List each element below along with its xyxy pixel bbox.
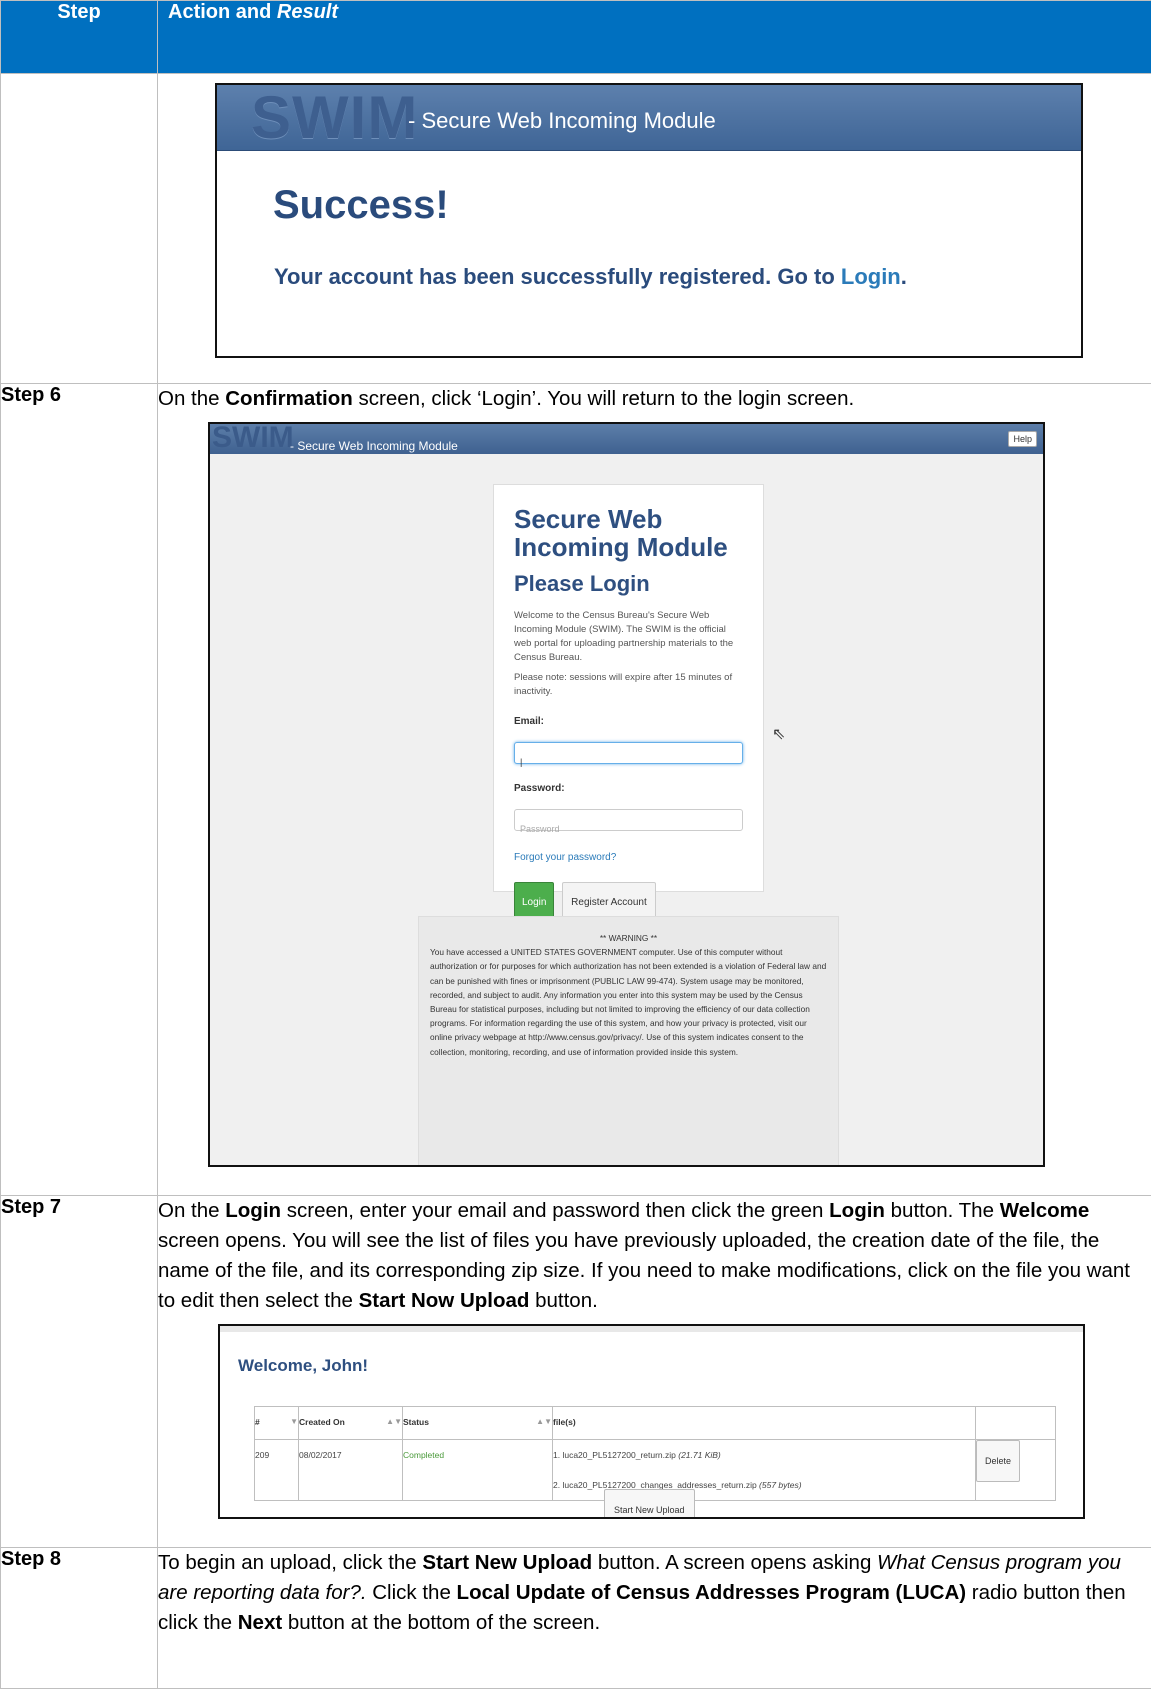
- step8-b2: Local Update of Census Addresses Program…: [457, 1581, 967, 1604]
- mouse-cursor-icon: ⇖: [772, 720, 785, 750]
- row-actions: Delete: [976, 1440, 1056, 1501]
- password-field[interactable]: Password: [514, 809, 743, 831]
- help-button[interactable]: Help: [1008, 431, 1037, 447]
- header-action: Action and Result: [158, 1, 1151, 74]
- row-id: 209: [255, 1440, 299, 1501]
- step6-t2: screen, click ‘Login’. You will return t…: [353, 387, 854, 410]
- col-number-label: #: [255, 1417, 260, 1427]
- step8-row: Step 8 To begin an upload, click the Sta…: [1, 1548, 1151, 1689]
- step7-b4: Start Now Upload: [359, 1289, 530, 1312]
- login-session-note: Please note: sessions will expire after …: [514, 671, 743, 699]
- step8-cell: To begin an upload, click the Start New …: [158, 1548, 1151, 1689]
- welcome-title: Welcome, John!: [238, 1351, 368, 1381]
- sort-icon: ▲▼: [536, 1407, 552, 1437]
- email-field[interactable]: |: [514, 742, 743, 764]
- swim-tagline: - Secure Web Incoming Module: [408, 106, 716, 136]
- step7-b2: Login: [829, 1199, 885, 1222]
- step7-cell: On the Login screen, enter your email an…: [158, 1196, 1151, 1548]
- col-status[interactable]: Status ▲▼: [403, 1407, 553, 1440]
- step7-text: On the Login screen, enter your email an…: [158, 1196, 1151, 1316]
- step7-b1: Login: [225, 1199, 281, 1222]
- login-header-bar: SWIM - Secure Web Incoming Module Help: [210, 424, 1043, 454]
- header-action-prefix: Action and: [168, 1, 277, 23]
- file1-size: (21.71 KiB): [678, 1450, 721, 1460]
- success-cell: SWIM - Secure Web Incoming Module Succes…: [158, 74, 1151, 384]
- login-welcome-text: Welcome to the Census Bureau's Secure We…: [514, 609, 743, 665]
- forgot-password-link[interactable]: Forgot your password?: [514, 843, 743, 873]
- success-message-text: Your account has been successfully regis…: [274, 264, 841, 289]
- file2-size: (557 bytes): [759, 1480, 802, 1490]
- login-swim-tagline: - Secure Web Incoming Module: [290, 431, 458, 461]
- step7-t3: button. The: [885, 1199, 1000, 1222]
- col-created-label: Created On: [299, 1417, 345, 1427]
- success-title: Success!: [273, 190, 449, 220]
- email-label: Email:: [514, 707, 743, 737]
- login-subtitle: Please Login: [514, 569, 743, 599]
- step7-t4: screen opens. You will see the list of f…: [158, 1229, 1130, 1312]
- swim-logo: SWIM: [251, 85, 418, 151]
- col-created-on[interactable]: Created On ▲▼: [299, 1407, 403, 1440]
- step8-t2: button. A screen opens asking: [592, 1551, 877, 1574]
- step8-b1: Start New Upload: [422, 1551, 592, 1574]
- login-panel: Secure Web Incoming Module Please Login …: [493, 484, 764, 892]
- step6-label: Step 6: [1, 384, 158, 1196]
- login-title: Secure Web Incoming Module: [514, 505, 743, 561]
- col-files: file(s): [553, 1407, 976, 1440]
- uploads-header-row: # ▼ Created On▲▼ Status▲▼ file(s): [255, 1407, 1056, 1440]
- file-item: 1. luca20_PL5127200_return.zip (21.71 Ki…: [553, 1440, 975, 1470]
- step8-b3: Next: [238, 1611, 282, 1634]
- password-label: Password:: [514, 774, 743, 804]
- step8-t1: To begin an upload, click the: [158, 1551, 422, 1574]
- step8-t5: button at the bottom of the screen.: [282, 1611, 600, 1634]
- header-action-result: Result: [277, 1, 338, 23]
- step8-label: Step 8: [1, 1548, 158, 1689]
- start-new-upload-button[interactable]: Start New Upload: [604, 1489, 695, 1519]
- step7-label: Step 7: [1, 1196, 158, 1548]
- step7-row: Step 7 On the Login screen, enter your e…: [1, 1196, 1151, 1548]
- step6-cell: On the Confirmation screen, click ‘Login…: [158, 384, 1151, 1196]
- success-screenshot: SWIM - Secure Web Incoming Module Succes…: [215, 83, 1083, 358]
- col-status-label: Status: [403, 1417, 429, 1427]
- login-link[interactable]: Login: [841, 264, 901, 289]
- warning-box: ** WARNING ** You have accessed a UNITED…: [418, 916, 839, 1167]
- step6-text: On the Confirmation screen, click ‘Login…: [158, 384, 1151, 414]
- swim-header-bar: SWIM - Secure Web Incoming Module: [217, 85, 1081, 151]
- step6-b1: Confirmation: [225, 387, 353, 410]
- header-row: Step Action and Result: [1, 1, 1151, 74]
- delete-button[interactable]: Delete: [976, 1440, 1020, 1482]
- col-files-label: file(s): [553, 1417, 576, 1427]
- step6-row: Step 6 On the Confirmation screen, click…: [1, 384, 1151, 1196]
- file1-name: 1. luca20_PL5127200_return.zip: [553, 1450, 678, 1460]
- row-created: 08/02/2017: [299, 1440, 403, 1501]
- welcome-screenshot: Welcome, John! # ▼ Created On▲▼ Status▲▼…: [218, 1324, 1085, 1519]
- step7-t5: button.: [529, 1289, 597, 1312]
- uploads-table: # ▼ Created On▲▼ Status▲▼ file(s) 209 08…: [254, 1406, 1056, 1501]
- procedure-table: Step Action and Result SWIM - Secure Web…: [0, 0, 1151, 1689]
- success-message: Your account has been successfully regis…: [274, 262, 907, 292]
- col-actions: [976, 1407, 1056, 1440]
- header-step: Step: [1, 1, 158, 74]
- step7-t2: screen, enter your email and password th…: [281, 1199, 829, 1222]
- col-number[interactable]: # ▼: [255, 1407, 299, 1440]
- sort-icon: ▼: [290, 1407, 298, 1437]
- welcome-top-strip: [220, 1326, 1083, 1332]
- login-screenshot: SWIM - Secure Web Incoming Module Help S…: [208, 422, 1045, 1167]
- step7-t1: On the: [158, 1199, 225, 1222]
- step6-t1: On the: [158, 387, 225, 410]
- step8-t3: Click the: [367, 1581, 457, 1604]
- success-message-period: .: [901, 264, 907, 289]
- login-swim-logo: SWIM: [212, 422, 294, 454]
- sort-icon: ▲▼: [386, 1407, 402, 1437]
- empty-step-cell: [1, 74, 158, 384]
- success-row: SWIM - Secure Web Incoming Module Succes…: [1, 74, 1151, 384]
- step8-text: To begin an upload, click the Start New …: [158, 1548, 1151, 1638]
- step7-b3: Welcome: [1000, 1199, 1090, 1222]
- warning-text: You have accessed a UNITED STATES GOVERN…: [430, 945, 827, 1059]
- warning-title: ** WARNING **: [430, 931, 827, 945]
- row-status: Completed: [403, 1440, 553, 1501]
